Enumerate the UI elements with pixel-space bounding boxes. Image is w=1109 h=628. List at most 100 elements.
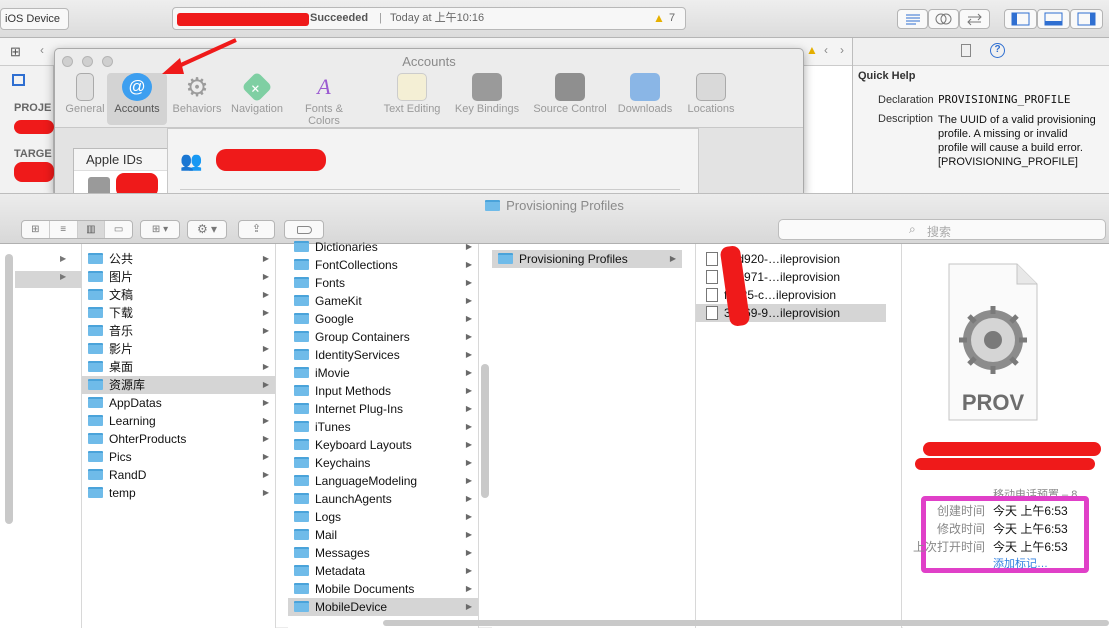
list-item[interactable]: OhterProducts ▶ <box>82 430 275 448</box>
list-item[interactable]: Fonts ▶ <box>288 274 478 292</box>
warning-count[interactable]: 7 <box>669 8 675 29</box>
icon-view-button[interactable]: ⊞ <box>22 221 50 238</box>
action-button[interactable]: ⚙ ▾ <box>187 220 227 239</box>
coverflow-view-button[interactable]: ▭ <box>105 221 132 238</box>
list-item[interactable]: Google ▶ <box>288 310 478 328</box>
list-item[interactable]: IdentityServices ▶ <box>288 346 478 364</box>
version-editor-button[interactable] <box>959 9 990 29</box>
warning-icon[interactable]: ▲ <box>653 8 665 29</box>
scheme-selector[interactable]: iOS Device <box>0 8 69 30</box>
list-item[interactable]: 影片 ▶ <box>82 340 275 358</box>
tab-downloads[interactable]: Downloads <box>615 73 675 125</box>
tab-locations[interactable]: Locations <box>681 73 741 125</box>
list-item[interactable]: Learning ▶ <box>82 412 275 430</box>
list-item[interactable]: LanguageModeling ▶ <box>288 472 478 490</box>
list-item[interactable]: LaunchAgents ▶ <box>288 490 478 508</box>
navigator-icon[interactable] <box>12 74 25 86</box>
issue-warning-icon[interactable]: ▲ <box>806 43 818 57</box>
list-item[interactable]: Keyboard Layouts ▶ <box>288 436 478 454</box>
forward-arrow-icon[interactable]: › <box>840 43 844 57</box>
list-item[interactable]: GameKit ▶ <box>288 292 478 310</box>
tab-behaviors[interactable]: ⚙ Behaviors <box>167 73 227 125</box>
list-view-button[interactable]: ≡ <box>50 221 78 238</box>
list-item[interactable]: Logs ▶ <box>288 508 478 526</box>
quick-help-inspector: ? Quick Help Declaration PROVISIONING_PR… <box>852 38 1109 194</box>
list-item[interactable]: Mobile Documents ▶ <box>288 580 478 598</box>
column-scrollbar[interactable] <box>481 364 489 498</box>
tab-label: Navigation <box>231 103 283 115</box>
column-view-button[interactable]: ▥ <box>77 221 106 238</box>
chevron-right-icon: ▶ <box>465 332 472 341</box>
list-item[interactable]: Keychains ▶ <box>288 454 478 472</box>
folder-icon <box>294 439 309 450</box>
list-item[interactable]: MobileDevice ▶ <box>288 598 478 616</box>
sidebar-selected-row[interactable] <box>15 271 82 288</box>
arrange-button[interactable]: ⊞ ▾ <box>140 220 180 239</box>
grid-icon[interactable]: ⊞ <box>10 44 21 60</box>
horizontal-scrollbar[interactable] <box>383 620 1109 626</box>
list-item[interactable]: iTunes ▶ <box>288 418 478 436</box>
list-item[interactable]: 资源库 ▶ <box>82 376 275 394</box>
folder-icon <box>88 487 103 498</box>
toggle-navigator-button[interactable] <box>1004 9 1037 29</box>
list-item[interactable]: Messages ▶ <box>288 544 478 562</box>
item-label: LaunchAgents <box>315 492 392 506</box>
tags-button[interactable] <box>284 220 324 239</box>
browser-column-home: 公共 ▶ 图片 ▶ 文稿 ▶ 下载 ▶ 音乐 ▶ 影片 ▶ 桌面 ▶ 资源库 ▶ AppDatas ▶ Learni… <box>82 244 276 628</box>
item-label: Dictionaries <box>315 240 378 254</box>
share-button[interactable]: ⇪ <box>238 220 275 239</box>
folder-icon <box>88 253 103 264</box>
standard-editor-button[interactable] <box>897 9 928 29</box>
list-item[interactable]: AppDatas ▶ <box>82 394 275 412</box>
folder-icon <box>294 241 309 252</box>
item-label: 桌面 <box>109 360 134 374</box>
list-item[interactable]: temp ▶ <box>82 484 275 502</box>
chevron-right-icon: ▶ <box>669 254 676 263</box>
tab-fonts-colors[interactable]: A Fonts & Colors <box>289 73 359 127</box>
list-item[interactable]: 公共 ▶ <box>82 250 275 268</box>
quick-help-icon[interactable]: ? <box>990 43 1005 58</box>
list-item[interactable]: Metadata ▶ <box>288 562 478 580</box>
list-item[interactable]: 文稿 ▶ <box>82 286 275 304</box>
divider <box>180 189 680 190</box>
toggle-utilities-button[interactable] <box>1070 9 1103 29</box>
list-item[interactable]: 桌面 ▶ <box>82 358 275 376</box>
list-item[interactable]: Mail ▶ <box>288 526 478 544</box>
list-item[interactable]: FontCollections ▶ <box>288 256 478 274</box>
list-item[interactable]: Internet Plug-Ins ▶ <box>288 400 478 418</box>
quick-help-title: Quick Help <box>858 70 916 82</box>
tab-accounts[interactable]: @ Accounts <box>107 73 167 125</box>
tab-key-bindings[interactable]: Key Bindings <box>447 73 527 125</box>
list-item[interactable]: RandD ▶ <box>82 466 275 484</box>
search-field[interactable]: ⌕ 搜索 <box>778 219 1106 240</box>
chevron-right-icon: ▶ <box>262 380 269 389</box>
list-item[interactable]: iMovie ▶ <box>288 364 478 382</box>
list-item[interactable]: Pics ▶ <box>82 448 275 466</box>
add-tags-link[interactable]: 添加标记… <box>993 555 1048 571</box>
folder-icon <box>498 253 513 264</box>
chevron-right-icon: ▶ <box>60 272 67 281</box>
tab-general[interactable]: General <box>55 73 115 125</box>
back-arrow-icon[interactable]: ‹ <box>824 43 828 57</box>
tab-source-control[interactable]: Source Control <box>527 73 613 125</box>
folder-icon <box>294 529 309 540</box>
toggle-debug-button[interactable] <box>1037 9 1070 29</box>
folder-icon <box>88 397 103 408</box>
list-item[interactable]: 图片 ▶ <box>82 268 275 286</box>
list-item[interactable]: Dictionaries ▶ <box>288 238 478 256</box>
left-panel-icon <box>1011 12 1030 26</box>
list-item[interactable]: Provisioning Profiles ▶ <box>492 250 682 268</box>
file-row[interactable]: 3be69-9…ileprovision <box>696 304 886 322</box>
list-item[interactable]: Input Methods ▶ <box>288 382 478 400</box>
tab-text-editing[interactable]: Text Editing <box>377 73 447 125</box>
back-arrow-icon[interactable]: ‹ <box>40 43 44 57</box>
sidebar-scrollbar[interactable] <box>5 254 13 524</box>
list-item[interactable]: Group Containers ▶ <box>288 328 478 346</box>
tab-navigation[interactable]: + Navigation <box>227 71 287 125</box>
assistant-editor-button[interactable] <box>928 9 959 29</box>
item-label: 影片 <box>109 342 134 356</box>
item-label: Metadata <box>315 564 366 578</box>
list-item[interactable]: 音乐 ▶ <box>82 322 275 340</box>
file-inspector-icon[interactable] <box>961 44 971 57</box>
list-item[interactable]: 下载 ▶ <box>82 304 275 322</box>
